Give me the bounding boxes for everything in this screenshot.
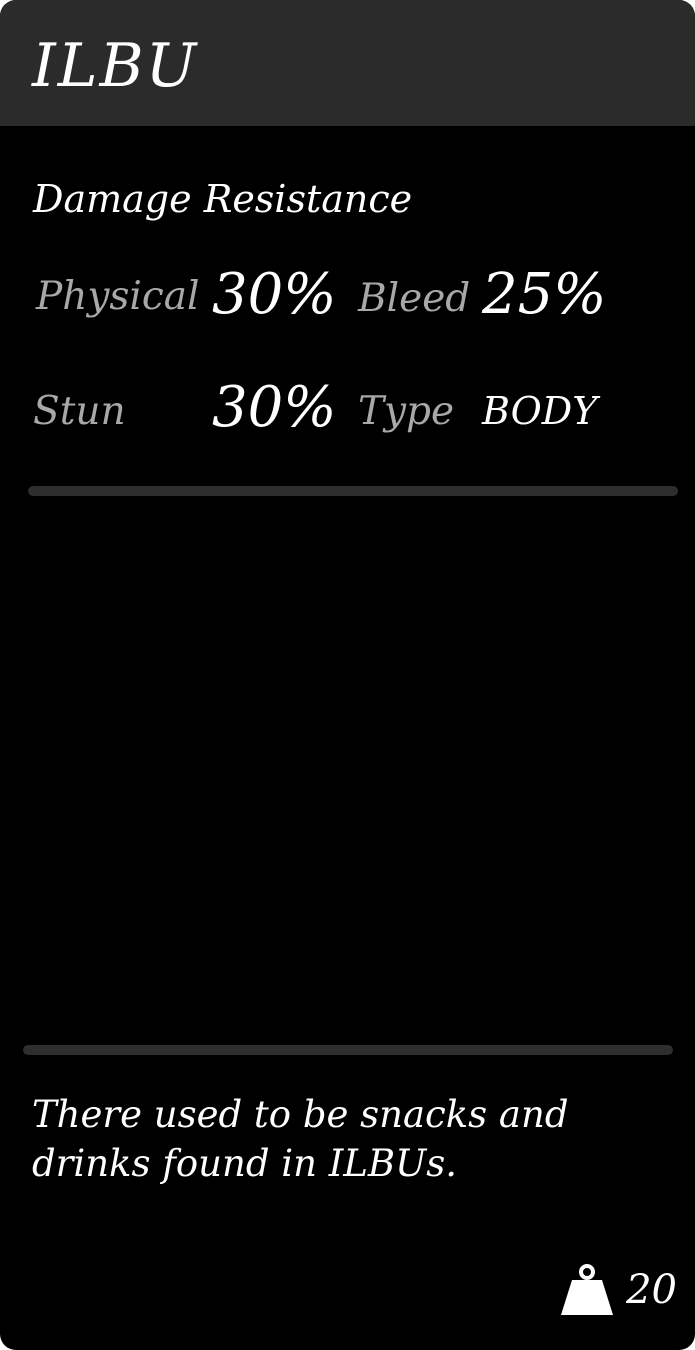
type-value: BODY	[482, 389, 598, 433]
weight-value: 20	[626, 1267, 677, 1313]
weight-icon	[561, 1264, 614, 1315]
bleed-label: Bleed	[358, 276, 471, 321]
bleed-value: 25%	[482, 262, 607, 327]
stats-divider	[28, 486, 678, 496]
weight-indicator: 20	[560, 1260, 677, 1320]
damage-resistance-heading: Damage Resistance	[33, 177, 413, 221]
physical-label: Physical	[36, 274, 200, 319]
stun-value: 30%	[212, 375, 337, 440]
item-tooltip-card: ILBU Damage Resistance Physical 30% Blee…	[0, 0, 695, 1350]
item-description: There used to be snacks and drinks found…	[32, 1093, 569, 1185]
description-divider	[23, 1045, 673, 1055]
physical-value: 30%	[212, 262, 337, 327]
item-header: ILBU	[0, 0, 695, 126]
stun-label: Stun	[33, 389, 126, 434]
type-label: Type	[358, 389, 455, 434]
item-name: ILBU	[32, 31, 199, 101]
